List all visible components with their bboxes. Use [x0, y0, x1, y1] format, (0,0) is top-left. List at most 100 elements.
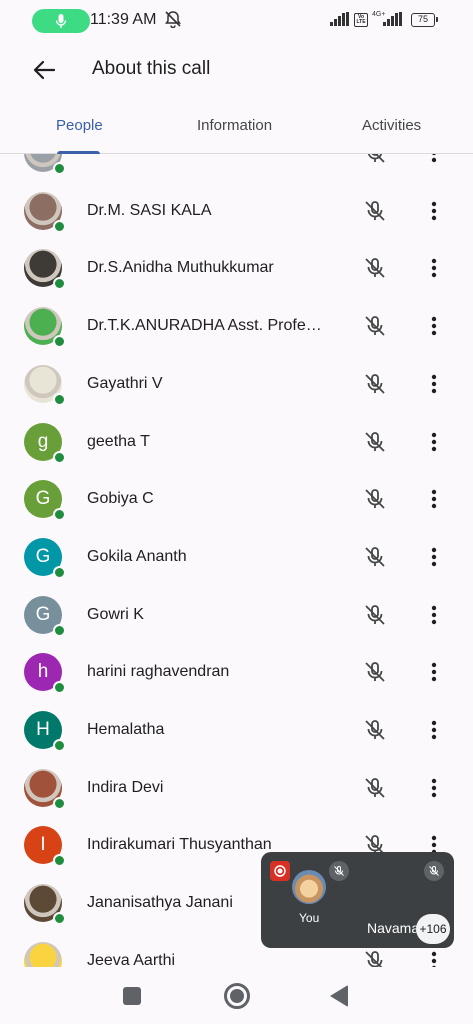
- participant-list[interactable]: Dr.M. SASI KALA Dr.S.Anidha Muthukkumar Dr…: [0, 154, 473, 967]
- avatar: I: [24, 826, 66, 868]
- floating-call-preview[interactable]: You Navama +106: [261, 852, 454, 948]
- mic-off-icon: [329, 861, 349, 881]
- self-label: You: [299, 911, 320, 925]
- avatar: [24, 154, 66, 175]
- online-status-dot: [53, 277, 66, 291]
- tab-activities[interactable]: Activities: [362, 117, 421, 134]
- tab-information[interactable]: Information: [197, 117, 272, 134]
- participant-name: harini raghavendran: [87, 663, 230, 681]
- participant-name: Gokila Ananth: [87, 547, 187, 565]
- participant-row[interactable]: Dr.M. SASI KALA: [0, 183, 473, 241]
- participant-name: Jeeva Aarthi: [87, 951, 176, 967]
- mic-off-icon: [363, 314, 387, 338]
- more-vert-icon[interactable]: [422, 428, 446, 456]
- participant-row[interactable]: Dr.S.Anidha Muthukkumar: [0, 240, 473, 298]
- more-vert-icon[interactable]: [422, 658, 446, 686]
- avatar-initial: I: [40, 834, 46, 856]
- avatar: [24, 941, 62, 967]
- home-circle-icon[interactable]: [224, 983, 250, 1009]
- online-status-dot: [53, 508, 66, 522]
- mic-off-icon: [363, 256, 387, 280]
- participant-name: Indirakumari Thusyanthan: [87, 836, 272, 854]
- status-bar: 11:39 AM Vo LTE 4G+ 75: [0, 0, 473, 40]
- record-icon: [270, 861, 290, 881]
- more-vert-icon[interactable]: [422, 312, 446, 340]
- self-avatar: [292, 870, 326, 904]
- more-vert-icon[interactable]: [422, 197, 446, 225]
- online-status-dot: [53, 796, 66, 810]
- mic-off-icon: [363, 154, 387, 165]
- more-vert-icon[interactable]: [422, 154, 446, 167]
- participant-name: Gayathri V: [87, 374, 163, 392]
- participant-name: geetha T: [87, 432, 150, 450]
- system-nav-bar: [0, 967, 473, 1024]
- online-status-dot: [53, 912, 66, 926]
- more-vert-icon[interactable]: [422, 947, 446, 967]
- online-status-dot: [53, 392, 66, 406]
- mic-off-icon: [363, 603, 387, 627]
- mic-off-icon: [424, 861, 444, 881]
- page-title: About this call: [92, 58, 211, 79]
- mic-active-icon[interactable]: [32, 9, 90, 33]
- participant-row[interactable]: g geetha T: [0, 414, 473, 472]
- mic-off-icon: [363, 372, 387, 396]
- back-triangle-icon[interactable]: [330, 985, 348, 1007]
- mic-off-icon: [363, 660, 387, 684]
- avatar-initial: g: [37, 430, 49, 452]
- participant-row[interactable]: Dr.T.K.ANURADHA Asst. Profe…: [0, 298, 473, 356]
- avatar-initial: G: [35, 545, 51, 567]
- participant-row[interactable]: G Gokila Ananth: [0, 529, 473, 587]
- mic-off-icon: [363, 949, 387, 967]
- participant-row[interactable]: H Hemalatha: [0, 702, 473, 760]
- participant-row[interactable]: Gayathri V: [0, 356, 473, 414]
- avatar: [24, 307, 66, 349]
- more-vert-icon[interactable]: [422, 485, 446, 513]
- more-vert-icon[interactable]: [422, 774, 446, 802]
- participant-row[interactable]: G Gobiya C: [0, 471, 473, 529]
- tab-people[interactable]: People: [56, 117, 103, 134]
- participant-row[interactable]: G Gowri K: [0, 587, 473, 645]
- online-status-dot: [53, 450, 66, 464]
- avatar: [24, 884, 66, 926]
- participant-name: Jananisathya Janani: [87, 894, 233, 912]
- avatar: H: [24, 711, 66, 752]
- participant-name: Hemalatha: [87, 721, 165, 738]
- avatar-initial: G: [35, 488, 51, 510]
- status-time: 11:39 AM: [90, 11, 157, 28]
- mic-off-icon: [363, 199, 387, 223]
- online-status-dot: [53, 854, 66, 868]
- avatar-initial: G: [35, 603, 51, 625]
- avatar: [24, 249, 66, 291]
- participant-row[interactable]: [0, 154, 473, 183]
- more-vert-icon[interactable]: [422, 601, 446, 629]
- mic-off-icon: [363, 430, 387, 454]
- online-status-dot: [53, 335, 66, 349]
- avatar: g: [24, 422, 66, 464]
- signal-icon: [383, 12, 403, 31]
- participant-row[interactable]: h harini raghavendran: [0, 644, 473, 702]
- other-participant-label: Navama: [367, 920, 420, 936]
- participant-name: Gowri K: [87, 605, 144, 623]
- more-vert-icon[interactable]: [422, 543, 446, 571]
- avatar-initial: H: [36, 719, 50, 740]
- avatar: [24, 364, 66, 406]
- more-vert-icon[interactable]: [422, 254, 446, 282]
- more-vert-icon[interactable]: [422, 716, 446, 744]
- battery-icon: 75: [411, 13, 438, 27]
- online-status-dot: [53, 681, 66, 695]
- screen: 11:39 AM Vo LTE 4G+ 75 About this call P…: [0, 0, 473, 1024]
- avatar: [24, 191, 66, 233]
- volte-icon: Vo LTE: [354, 13, 368, 27]
- participant-row[interactable]: Indira Devi: [0, 760, 473, 818]
- participant-name: Dr.M. SASI KALA: [87, 201, 212, 219]
- arrow-back-icon[interactable]: [26, 52, 62, 88]
- more-vert-icon[interactable]: [422, 370, 446, 398]
- avatar: G: [24, 537, 66, 579]
- participant-name: Indira Devi: [87, 778, 164, 796]
- avatar: G: [24, 595, 66, 637]
- online-status-dot: [53, 565, 66, 579]
- recents-square-icon[interactable]: [123, 987, 141, 1005]
- avatar: h: [24, 653, 66, 695]
- avatar: G: [24, 480, 66, 522]
- online-status-dot: [53, 219, 66, 233]
